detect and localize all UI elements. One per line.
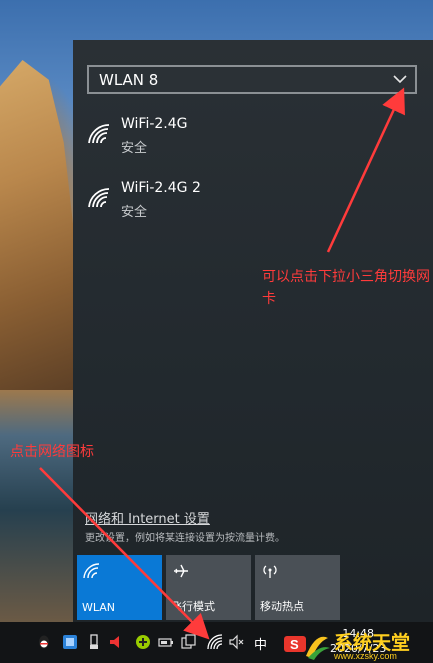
app-icon[interactable] [62, 634, 78, 650]
task-view-icon[interactable] [181, 634, 197, 650]
qq-icon[interactable] [36, 634, 52, 650]
adapter-label: WLAN 8 [99, 70, 159, 89]
tile-airplane-mode[interactable]: 飞行模式 [166, 555, 251, 620]
adapter-dropdown[interactable]: WLAN 8 [87, 65, 417, 94]
svg-text:S: S [290, 637, 299, 652]
network-security: 安全 [121, 141, 148, 156]
network-tray-icon[interactable] [207, 634, 223, 650]
tile-mobile-hotspot[interactable]: 移动热点 [255, 555, 340, 620]
usb-icon[interactable] [86, 634, 102, 650]
network-flyout: WLAN 8 WiFi-2.4G 安全 WiFi-2.4G 2 安全 可以点击下… [73, 40, 433, 622]
logo-mark-icon: S [284, 636, 330, 660]
wifi-icon [88, 188, 110, 208]
network-settings-link[interactable]: 网络和 Internet 设置 [85, 508, 210, 527]
tile-label: WLAN [82, 601, 116, 614]
airplane-icon [174, 564, 188, 578]
wifi-icon [83, 563, 100, 579]
tile-label: 移动热点 [260, 600, 304, 613]
tile-wlan[interactable]: WLAN [77, 555, 162, 620]
dropdown-annotation: 可以点击下拉小三角切换网卡 [262, 269, 430, 307]
hotspot-icon [263, 565, 277, 578]
network-ssid: WiFi-2.4G 2 [121, 180, 201, 196]
network-item-2[interactable]: WiFi-2.4G 2 安全 [87, 180, 417, 230]
network-item-1[interactable]: WiFi-2.4G 安全 [87, 116, 417, 166]
watermark-logo: S 系统天堂 www.xzsky.com [282, 626, 433, 663]
battery-icon[interactable] [158, 634, 174, 650]
network-security: 安全 [121, 205, 148, 220]
network-settings-description: 更改设置，例如将某连接设置为按流量计费。 [85, 533, 285, 544]
security-app-icon[interactable] [135, 634, 151, 650]
speaker-red-icon[interactable] [108, 634, 124, 650]
network-ssid: WiFi-2.4G [121, 116, 188, 132]
tile-label: 飞行模式 [171, 600, 215, 613]
logo-url: www.xzsky.com [334, 651, 397, 661]
volume-muted-icon[interactable] [229, 634, 245, 650]
wifi-icon [88, 124, 110, 144]
icon-annotation: 点击网络图标 [10, 444, 94, 460]
ime-indicator[interactable]: 中 [254, 634, 267, 653]
wallpaper-rock [0, 60, 75, 390]
chevron-down-icon[interactable] [393, 72, 407, 86]
